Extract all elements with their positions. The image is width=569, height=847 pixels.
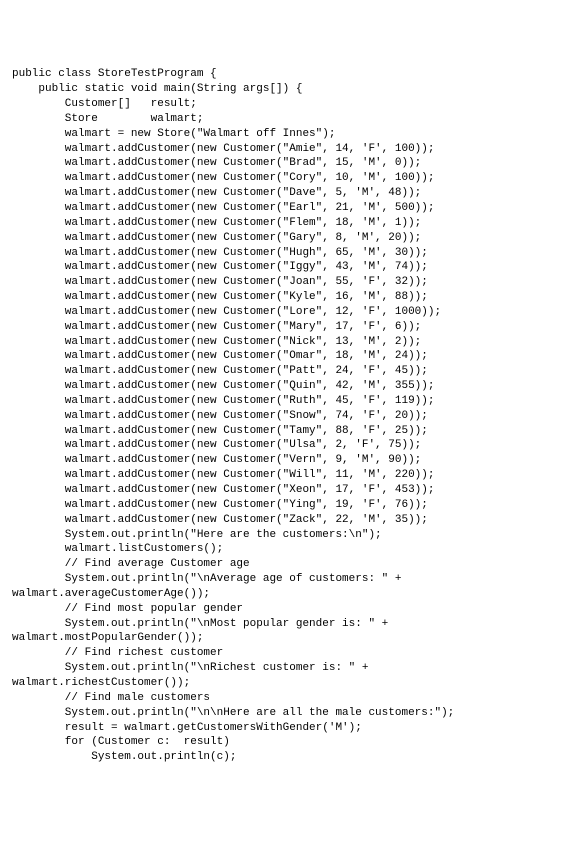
code-line: // Find most popular gender (12, 602, 557, 617)
code-line: walmart.addCustomer(new Customer("Xeon",… (12, 483, 557, 498)
code-line: walmart.addCustomer(new Customer("Cory",… (12, 171, 557, 186)
code-line: System.out.println("\n\nHere are all the… (12, 706, 557, 721)
code-line: walmart.addCustomer(new Customer("Ruth",… (12, 394, 557, 409)
code-line: walmart.addCustomer(new Customer("Nick",… (12, 335, 557, 350)
code-line: walmart = new Store("Walmart off Innes")… (12, 127, 557, 142)
java-source-code: public class StoreTestProgram { public s… (12, 67, 557, 765)
code-line: walmart.addCustomer(new Customer("Tamy",… (12, 424, 557, 439)
code-line: System.out.println(c); (12, 750, 557, 765)
code-line: System.out.println("Here are the custome… (12, 528, 557, 543)
code-line: // Find average Customer age (12, 557, 557, 572)
code-line: walmart.mostPopularGender()); (12, 631, 557, 646)
code-line: walmart.addCustomer(new Customer("Gary",… (12, 231, 557, 246)
code-line: walmart.addCustomer(new Customer("Ulsa",… (12, 438, 557, 453)
code-line: walmart.addCustomer(new Customer("Vern",… (12, 453, 557, 468)
code-line: System.out.println("\nRichest customer i… (12, 661, 557, 676)
code-line: walmart.addCustomer(new Customer("Flem",… (12, 216, 557, 231)
code-line: walmart.addCustomer(new Customer("Kyle",… (12, 290, 557, 305)
code-line: walmart.addCustomer(new Customer("Lore",… (12, 305, 557, 320)
code-line: walmart.addCustomer(new Customer("Joan",… (12, 275, 557, 290)
code-line: result = walmart.getCustomersWithGender(… (12, 721, 557, 736)
code-line: System.out.println("\nAverage age of cus… (12, 572, 557, 587)
code-line: walmart.listCustomers(); (12, 542, 557, 557)
code-line: walmart.averageCustomerAge()); (12, 587, 557, 602)
code-line: public static void main(String args[]) { (12, 82, 557, 97)
code-line: walmart.addCustomer(new Customer("Mary",… (12, 320, 557, 335)
code-line: walmart.addCustomer(new Customer("Amie",… (12, 142, 557, 157)
code-line: // Find male customers (12, 691, 557, 706)
code-line: public class StoreTestProgram { (12, 67, 557, 82)
code-line: // Find richest customer (12, 646, 557, 661)
code-line: walmart.addCustomer(new Customer("Earl",… (12, 201, 557, 216)
code-line: Store walmart; (12, 112, 557, 127)
code-line: walmart.addCustomer(new Customer("Quin",… (12, 379, 557, 394)
code-line: walmart.richestCustomer()); (12, 676, 557, 691)
code-line: walmart.addCustomer(new Customer("Zack",… (12, 513, 557, 528)
code-line: walmart.addCustomer(new Customer("Iggy",… (12, 260, 557, 275)
code-line: walmart.addCustomer(new Customer("Ying",… (12, 498, 557, 513)
code-line: walmart.addCustomer(new Customer("Brad",… (12, 156, 557, 171)
code-line: Customer[] result; (12, 97, 557, 112)
code-line: System.out.println("\nMost popular gende… (12, 617, 557, 632)
code-line: walmart.addCustomer(new Customer("Hugh",… (12, 246, 557, 261)
code-line: walmart.addCustomer(new Customer("Dave",… (12, 186, 557, 201)
code-line: for (Customer c: result) (12, 735, 557, 750)
code-line: walmart.addCustomer(new Customer("Patt",… (12, 364, 557, 379)
code-line: walmart.addCustomer(new Customer("Snow",… (12, 409, 557, 424)
code-line: walmart.addCustomer(new Customer("Omar",… (12, 349, 557, 364)
code-line: walmart.addCustomer(new Customer("Will",… (12, 468, 557, 483)
